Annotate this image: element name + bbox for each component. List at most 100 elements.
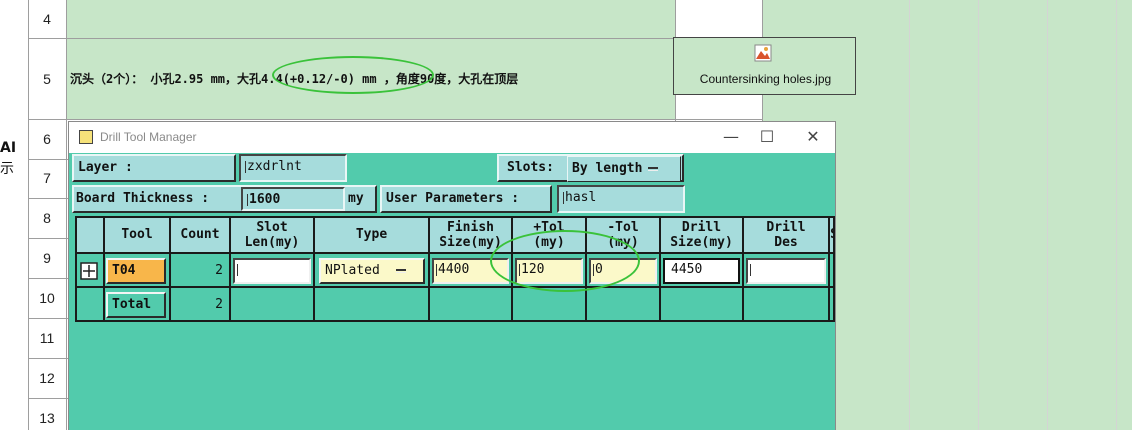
text-caret [750, 263, 751, 276]
gridline [909, 0, 910, 430]
slot-len-cell [231, 254, 315, 288]
table-cell [513, 288, 587, 320]
gridline [1047, 0, 1048, 430]
layer-field[interactable]: zxdrlnt [239, 154, 347, 182]
tool-cell: T04 [105, 254, 171, 288]
header-line: Len(my) [244, 235, 300, 250]
row-number[interactable]: 13 [28, 410, 66, 426]
drill-size-cell: 4450 [661, 254, 744, 288]
layer-label: Layer : [72, 154, 236, 182]
user-parameters-field[interactable]: hasl [557, 185, 685, 213]
gridline [28, 238, 68, 239]
gridline [28, 159, 68, 160]
gridline [978, 0, 979, 430]
gridline [28, 318, 68, 319]
highlight-ellipse [272, 56, 434, 94]
table-cell [661, 288, 744, 320]
dialog-titlebar[interactable]: Drill Tool Manager — ☐ ✕ [69, 122, 835, 153]
slots-dropdown[interactable]: By length [567, 156, 681, 182]
drill-tool-manager-dialog: Drill Tool Manager — ☐ ✕ Layer : zxdrlnt… [68, 121, 836, 430]
board-thickness-value: 1600 [249, 192, 281, 207]
maximize-button[interactable]: ☐ [755, 126, 779, 148]
header-tool: Tool [105, 218, 171, 254]
row-number[interactable]: 8 [28, 210, 66, 226]
dropdown-icon [395, 268, 406, 273]
text-caret [563, 191, 564, 204]
header-drill-size: Drill Size(my) [661, 218, 744, 254]
highlight-ellipse [490, 230, 640, 292]
table-cell [744, 288, 830, 320]
total-label-cell: Total [105, 288, 171, 320]
gridline [28, 38, 762, 39]
row-number[interactable]: 7 [28, 170, 66, 186]
row-number[interactable]: 6 [28, 131, 66, 147]
gridline [1116, 0, 1117, 430]
drill-des-input[interactable] [746, 258, 826, 284]
close-button[interactable]: ✕ [801, 126, 825, 148]
minimize-button[interactable]: — [719, 126, 743, 148]
table-cell [587, 288, 661, 320]
text-caret [245, 160, 246, 173]
header-slot-len: Slot Len(my) [231, 218, 315, 254]
board-thickness-label: Board Thickness : [76, 191, 210, 206]
cut-off-text: AI [0, 140, 17, 156]
table-cell [315, 288, 430, 320]
expand-icon[interactable] [80, 262, 98, 280]
total-count-value: 2 [215, 297, 223, 312]
row-number[interactable]: 10 [28, 290, 66, 306]
type-value: NPlated [325, 263, 380, 278]
count-value: 2 [215, 263, 223, 278]
row-number[interactable]: 12 [28, 370, 66, 386]
board-thickness-group: Board Thickness : 1600 my [72, 185, 377, 213]
header-count: Count [171, 218, 231, 254]
attachment-object[interactable]: Countersinking holes.jpg [673, 37, 856, 95]
header-line: Finish [447, 220, 494, 235]
slot-len-input[interactable] [233, 258, 311, 284]
header-drill-des: Drill Des [744, 218, 830, 254]
image-file-icon [754, 44, 772, 62]
board-thickness-field[interactable]: 1600 [241, 187, 345, 211]
text-caret [247, 193, 248, 206]
layer-value: zxdrlnt [247, 159, 302, 174]
attachment-filename: Countersinking holes.jpg [699, 72, 832, 86]
row-number[interactable]: 5 [28, 71, 66, 87]
user-parameters-button[interactable]: User Parameters : [380, 185, 552, 213]
header-line: Slot [256, 220, 288, 235]
total-blank-cell [77, 288, 105, 320]
gridline [28, 398, 68, 399]
table-cell [830, 288, 833, 320]
header-cut: S [830, 218, 833, 254]
header-line: Des [774, 235, 798, 250]
total-count-cell: 2 [171, 288, 231, 320]
gridline [28, 119, 762, 120]
cut-cell [830, 254, 833, 288]
drill-size-input[interactable]: 4450 [663, 258, 740, 284]
table-cell [231, 288, 315, 320]
cut-off-text: 示 [0, 161, 14, 177]
header-line: Drill [766, 220, 806, 235]
gridline [28, 278, 68, 279]
thickness-unit: my [348, 191, 364, 206]
user-parameters-value: hasl [565, 190, 597, 205]
header-type: Type [315, 218, 430, 254]
finish-size-value: 4400 [438, 262, 470, 277]
text-caret [436, 263, 437, 276]
gridline [28, 358, 68, 359]
text-caret [237, 263, 238, 276]
slots-value: By length [572, 161, 643, 176]
slots-label: Slots: [507, 160, 554, 175]
row-expand-cell [77, 254, 105, 288]
type-dropdown[interactable]: NPlated [319, 258, 425, 284]
row-number[interactable]: 4 [28, 11, 66, 27]
row-number[interactable]: 9 [28, 250, 66, 266]
app-icon [79, 130, 93, 144]
table-header-blank [77, 218, 105, 254]
tools-table: Tool Count Slot Len(my) Type Finish Size(m… [75, 216, 835, 322]
tool-button[interactable]: T04 [106, 258, 166, 284]
type-cell: NPlated [315, 254, 430, 288]
dialog-title: Drill Tool Manager [100, 130, 197, 144]
row-number[interactable]: 11 [28, 330, 66, 346]
gridline [66, 0, 67, 430]
total-button[interactable]: Total [106, 292, 166, 318]
header-line: Drill [681, 220, 722, 235]
